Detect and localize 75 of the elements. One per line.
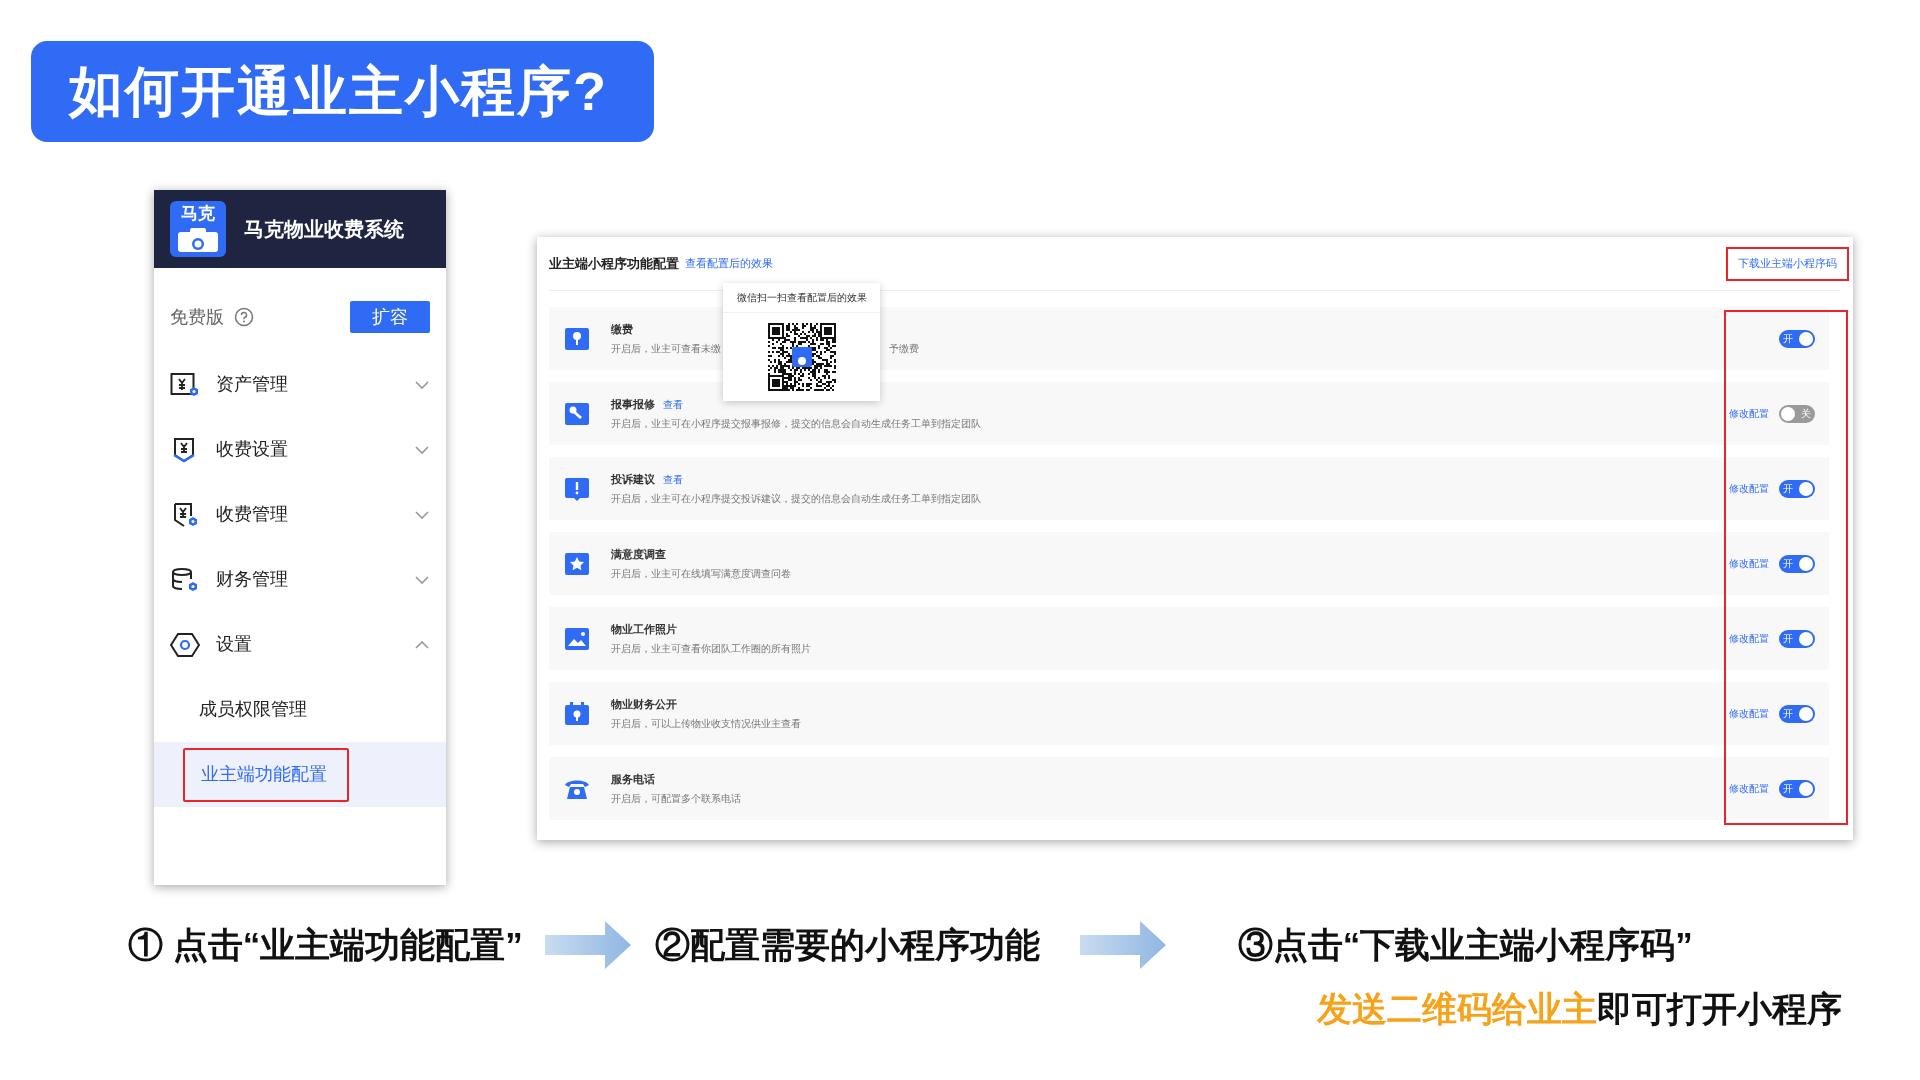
arrow-icon xyxy=(544,919,633,971)
popup-title: 微信扫一扫查看配置后的效果 xyxy=(723,283,880,313)
menu-item[interactable]: 收费管理 xyxy=(154,482,446,547)
edit-config-link[interactable]: 修改配置 xyxy=(1729,406,1769,421)
toggle-switch[interactable]: 开 xyxy=(1779,329,1815,348)
feature-description: 开启后，业主可在小程序提交投诉建议，提交的信息会自动生成任务工单到指定团队 xyxy=(611,492,981,507)
menu-label: 收费设置 xyxy=(216,438,288,461)
toggle-switch[interactable]: 开 xyxy=(1779,479,1815,498)
feature-icon xyxy=(563,700,591,727)
view-link[interactable]: 查看 xyxy=(663,471,683,487)
toggle-switch[interactable]: 开 xyxy=(1779,554,1815,573)
highlighted-text: 发送二维码给业主 xyxy=(1317,988,1597,1030)
menu-item[interactable]: 收费设置 xyxy=(154,417,446,482)
menu-item[interactable]: 资产管理 xyxy=(154,352,446,417)
edit-config-link[interactable]: 修改配置 xyxy=(1729,556,1769,571)
arrow-icon xyxy=(1079,919,1168,971)
menu-item[interactable]: 设置 xyxy=(154,612,446,677)
feature-name: 物业财务公开 xyxy=(611,696,677,712)
menu-icon xyxy=(170,566,200,593)
menu-label: 设置 xyxy=(216,633,252,656)
toggle-switch[interactable]: 关 xyxy=(1779,404,1815,423)
help-icon xyxy=(234,307,254,327)
edit-config-link[interactable]: 修改配置 xyxy=(1729,631,1769,646)
logo-text: 马克 xyxy=(181,204,215,224)
step-text: ③点击“下载业主端小程序码” xyxy=(1237,923,1693,966)
feature-name: 物业工作照片 xyxy=(611,621,677,637)
menu-label: 财务管理 xyxy=(216,568,288,591)
toggle-switch[interactable]: 开 xyxy=(1779,779,1815,798)
download-link[interactable]: 下载业主端小程序码 xyxy=(1726,246,1849,281)
feature-name: 服务电话 xyxy=(611,771,655,787)
plan-label: 免费版 xyxy=(170,305,224,329)
menu-label: 资产管理 xyxy=(216,373,288,396)
toggle-switch[interactable]: 开 xyxy=(1779,704,1815,723)
edit-config-link[interactable]: 修改配置 xyxy=(1729,481,1769,496)
feature-description: 开启后，业主可在小程序提交报事报修，提交的信息会自动生成任务工单到指定团队 xyxy=(611,417,981,432)
feature-description: 予缴费 xyxy=(889,342,919,357)
menu-icon xyxy=(170,371,200,398)
view-link[interactable]: 查看 xyxy=(663,396,683,412)
feature-icon xyxy=(563,625,591,652)
panel-title: 业主端小程序功能配置 xyxy=(549,254,679,273)
submenu-item[interactable]: 成员权限管理 xyxy=(183,682,307,737)
submenu-item[interactable]: 业主端功能配置 xyxy=(183,747,349,802)
feature-description: 开启后，业主可查看未缴 xyxy=(611,342,721,357)
feature-icon xyxy=(563,550,591,577)
note-text: 即可打开小程序 xyxy=(1597,988,1842,1030)
step-text: ① 点击“业主端功能配置” xyxy=(128,923,523,966)
chevron-down-icon xyxy=(414,509,430,520)
feature-name: 满意度调查 xyxy=(611,546,666,562)
feature-description: 开启后，可以上传物业收支情况供业主查看 xyxy=(611,717,801,732)
edit-config-link[interactable]: 修改配置 xyxy=(1729,706,1769,721)
feature-icon xyxy=(563,475,591,502)
toggle-switch[interactable]: 开 xyxy=(1779,629,1815,648)
preview-link[interactable]: 查看配置后的效果 xyxy=(685,255,773,272)
feature-name: 投诉建议 xyxy=(611,471,655,487)
feature-icon xyxy=(563,400,591,427)
feature-description: 开启后，业主可查看你团队工作圈的所有照片 xyxy=(611,642,811,657)
chevron-down-icon xyxy=(414,574,430,585)
feature-description: 开启后，业主可在线填写满意度调查问卷 xyxy=(611,567,791,582)
feature-name: 缴费 xyxy=(611,321,633,337)
qr-code xyxy=(767,323,836,391)
chevron-down-icon xyxy=(414,444,430,455)
chevron-up-icon xyxy=(414,639,430,650)
feature-description: 开启后，可配置多个联系电话 xyxy=(611,792,741,807)
app-name: 马克物业收费系统 xyxy=(244,217,404,242)
expand-button[interactable]: 扩容 xyxy=(350,301,430,333)
title-banner: 如何开通业主小程序? xyxy=(31,41,654,142)
menu-item[interactable]: 财务管理 xyxy=(154,547,446,612)
menu-icon xyxy=(170,631,200,658)
step-text: ②配置需要的小程序功能 xyxy=(654,923,1040,966)
feature-name: 报事报修 xyxy=(611,396,655,412)
menu-label: 收费管理 xyxy=(216,503,288,526)
edit-config-link[interactable]: 修改配置 xyxy=(1729,781,1769,796)
camera-icon xyxy=(176,226,220,252)
chevron-down-icon xyxy=(414,379,430,390)
feature-icon xyxy=(563,325,591,352)
